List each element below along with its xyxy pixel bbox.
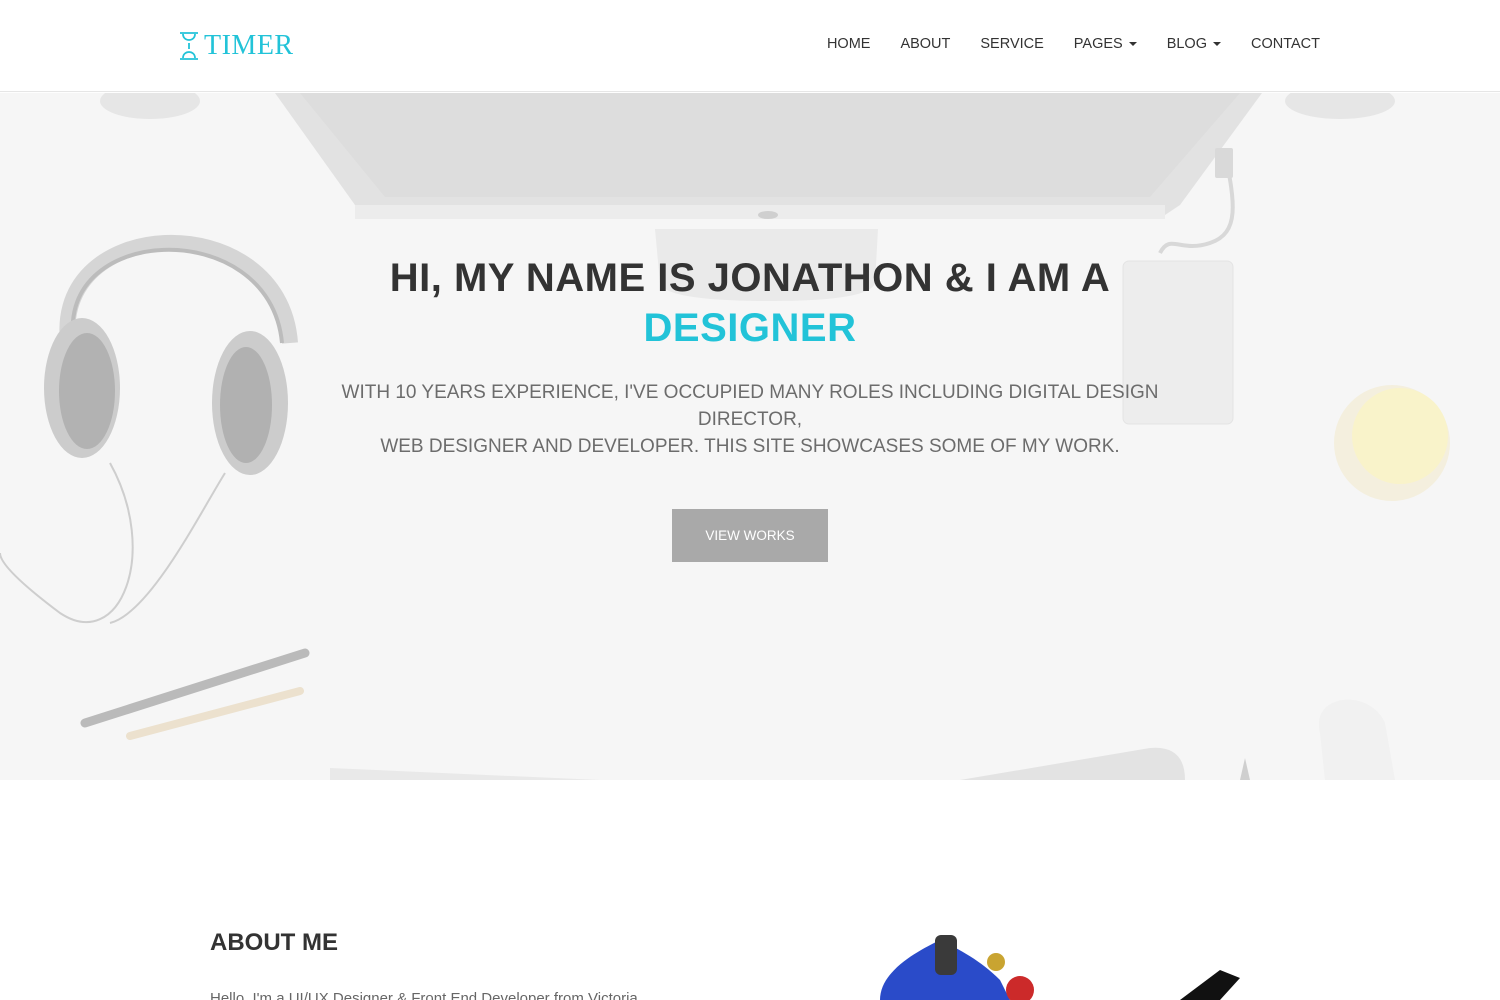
nav-item-contact[interactable]: CONTACT [1251, 36, 1320, 52]
nav-item-service[interactable]: SERVICE [980, 36, 1043, 52]
main-nav: HOME ABOUT SERVICE PAGES BLOG CONTACT [827, 36, 1320, 52]
nav-item-label: PAGES [1073, 36, 1123, 52]
about-image [880, 935, 1240, 1000]
nav-item-label: SERVICE [980, 36, 1044, 52]
about-section: ABOUT ME Hello, I'm a UI/UX Designer & F… [0, 780, 1500, 1000]
hero-subtitle-line1: WITH 10 YEARS EXPERIENCE, I'VE OCCUPIED … [341, 382, 1159, 430]
nav-item-home[interactable]: HOME [827, 36, 871, 52]
nav-item-about[interactable]: ABOUT [900, 36, 950, 52]
hero-section: HI, MY NAME IS JONATHON & I AM A DESIGNE… [0, 93, 1500, 780]
navbar: TIMER HOME ABOUT SERVICE PAGES BLOG CONT… [0, 0, 1500, 92]
brand-name: TIMER [204, 30, 294, 61]
hero-title: HI, MY NAME IS JONATHON & I AM A DESIGNE… [0, 253, 1500, 353]
nav-item-label: HOME [826, 36, 871, 52]
hero-title-line: HI, MY NAME IS JONATHON & I AM A [389, 256, 1111, 300]
hero-subtitle: WITH 10 YEARS EXPERIENCE, I'VE OCCUPIED … [300, 379, 1200, 460]
about-text: Hello, I'm a UI/UX Designer & Front End … [210, 990, 638, 1000]
nav-item-label: BLOG [1166, 36, 1207, 52]
caret-down-icon [1212, 42, 1221, 46]
about-title: ABOUT ME [210, 929, 338, 956]
view-works-button[interactable]: VIEW WORKS [672, 509, 828, 562]
hourglass-icon [180, 32, 198, 60]
nav-item-label: CONTACT [1250, 36, 1320, 52]
hero-subtitle-line2: WEB DESIGNER AND DEVELOPER. THIS SITE SH… [380, 436, 1120, 457]
nav-item-pages[interactable]: PAGES [1074, 36, 1137, 52]
nav-item-label: ABOUT [900, 36, 951, 52]
brand-logo[interactable]: TIMER [178, 30, 294, 62]
nav-item-blog[interactable]: BLOG [1167, 36, 1221, 52]
caret-down-icon [1128, 42, 1137, 46]
hero-title-accent: DESIGNER [643, 306, 857, 350]
